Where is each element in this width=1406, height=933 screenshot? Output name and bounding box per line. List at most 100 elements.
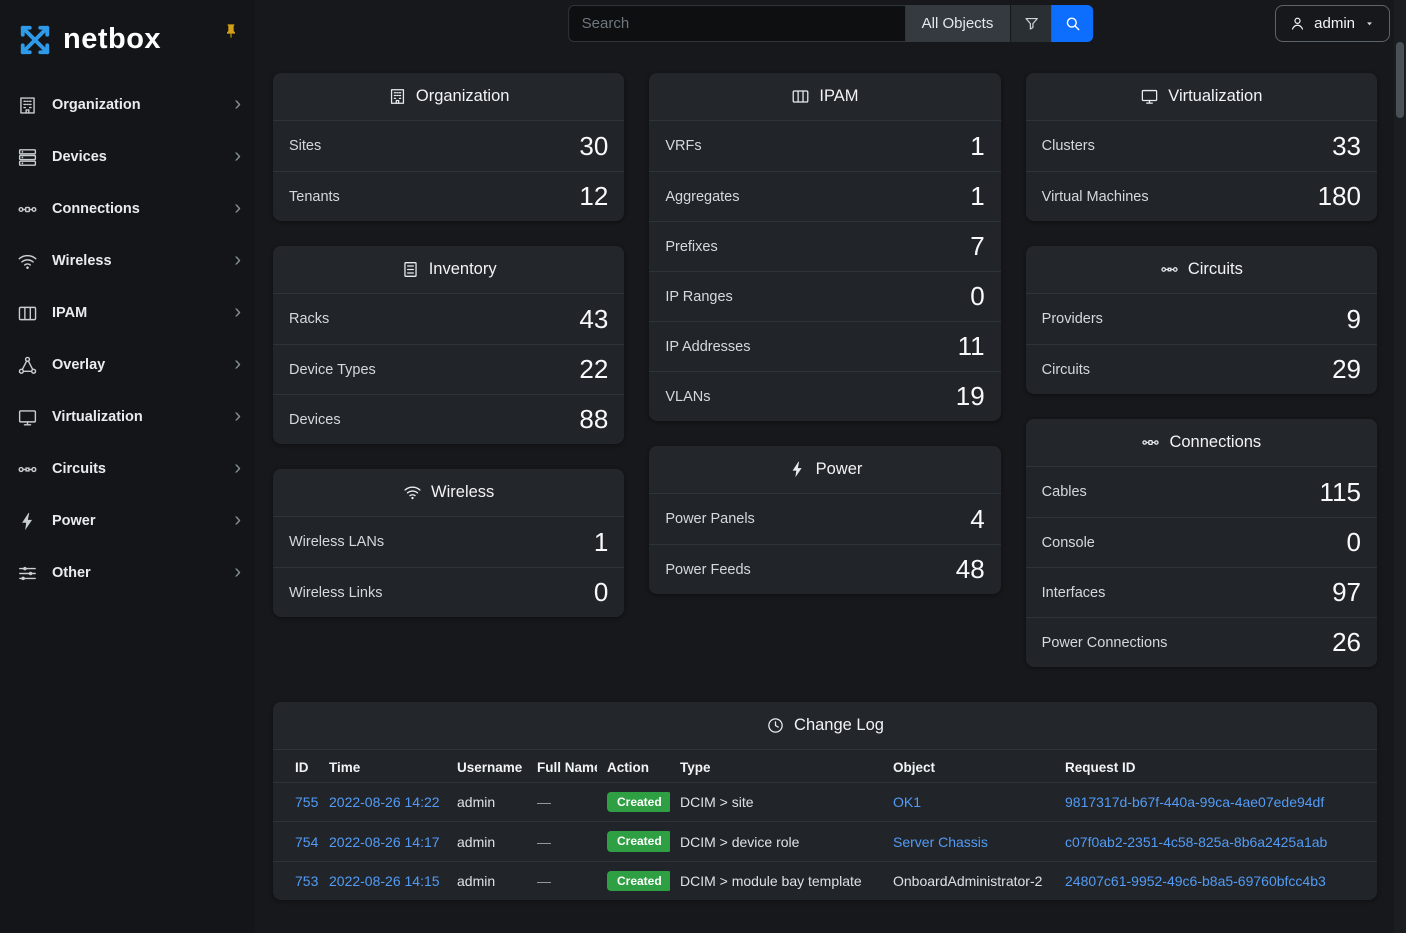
stat-console[interactable]: Console0 [1026,517,1377,567]
id-link[interactable]: 754 [295,834,318,850]
stat-label: IP Ranges [665,289,732,305]
sidebar-pin-button[interactable] [223,19,239,61]
sidebar-item-label: Wireless [52,253,220,269]
transit-icon [17,459,38,480]
stat-circuits[interactable]: Circuits29 [1026,344,1377,394]
app: netbox Organization›Devices›Connections›… [0,0,1406,933]
sidebar-item-label: Virtualization [52,409,220,425]
card-circuits: CircuitsProviders9Circuits29 [1026,246,1377,394]
stat-vrfs[interactable]: VRFs1 [649,121,1000,171]
cell-full-name: — [527,861,597,900]
id-link[interactable]: 753 [295,873,318,889]
scrollbar-thumb[interactable] [1396,42,1404,118]
time-link[interactable]: 2022-08-26 14:22 [329,794,440,810]
stat-label: Cables [1042,484,1087,500]
building-icon [388,87,407,106]
stat-label: Providers [1042,311,1103,327]
cell-action: Created [597,783,670,822]
card-title: Organization [416,87,510,106]
scrollbar [1394,0,1406,933]
time-link[interactable]: 2022-08-26 14:17 [329,834,440,850]
cell-action: Created [597,861,670,900]
sidebar-item-devices[interactable]: Devices › [0,131,255,183]
stat-ip-ranges[interactable]: IP Ranges0 [649,271,1000,321]
cell-time: 2022-08-26 14:17 [319,822,447,861]
sidebar-item-connections[interactable]: Connections› [0,183,255,235]
stat-ip-addresses[interactable]: IP Addresses11 [649,321,1000,371]
stat-prefixes[interactable]: Prefixes7 [649,221,1000,271]
column-header-time: Time [319,750,447,783]
search-button[interactable] [1051,5,1093,42]
stat-devices[interactable]: Devices88 [273,394,624,444]
stat-clusters[interactable]: Clusters33 [1026,121,1377,171]
stat-interfaces[interactable]: Interfaces97 [1026,567,1377,617]
object-link[interactable]: OK1 [893,794,921,810]
card-ipam: IPAMVRFs1Aggregates1Prefixes7IP Ranges0I… [649,73,1000,421]
brand-name: netbox [63,23,161,56]
cable-icon [1141,433,1160,452]
stat-sites[interactable]: Sites30 [273,121,624,171]
stat-wireless-lans[interactable]: Wireless LANs1 [273,517,624,567]
flash-icon [788,460,807,479]
filter-button[interactable] [1010,5,1051,42]
card-header-power: Power [649,446,1000,494]
object-type-dropdown[interactable]: All Objects [905,5,1011,42]
sidebar-item-organization[interactable]: Organization› [0,79,255,131]
chevron-right-icon: › [234,250,241,273]
user-menu[interactable]: admin [1275,5,1390,42]
cell-type: DCIM > module bay template [670,861,883,900]
stat-label: Power Panels [665,511,754,527]
main-area: All Objects admin Organization Sites30Ten… [255,0,1406,933]
request-id-link[interactable]: c07f0ab2-2351-4c58-825a-8b6a2425a1ab [1065,834,1327,850]
netbox-logo-icon [14,19,56,61]
stat-cables[interactable]: Cables115 [1026,467,1377,517]
object-type-label: All Objects [922,15,994,32]
request-id-link[interactable]: 9817317d-b67f-440a-99ca-4ae07ede94df [1065,794,1324,810]
sidebar-item-power[interactable]: Power› [0,495,255,547]
sidebar-item-label: Devices [52,149,220,165]
sidebar-item-circuits[interactable]: Circuits› [0,443,255,495]
filter-icon [1023,15,1040,32]
column-header-full-name: Full Name [527,750,597,783]
stat-vlans[interactable]: VLANs19 [649,371,1000,421]
sidebar-item-other[interactable]: Other› [0,547,255,599]
search-input[interactable] [568,5,905,42]
card-header-connections: Connections [1026,419,1377,467]
stat-tenants[interactable]: Tenants12 [273,171,624,221]
sidebar-item-label: Circuits [52,461,220,477]
id-link[interactable]: 755 [295,794,318,810]
sidebar-item-wireless[interactable]: Wireless › [0,235,255,287]
stat-power-connections[interactable]: Power Connections26 [1026,617,1377,667]
stat-aggregates[interactable]: Aggregates1 [649,171,1000,221]
chevron-right-icon: › [234,562,241,585]
stat-racks[interactable]: Racks43 [273,294,624,344]
chevron-right-icon: › [234,146,241,169]
stat-power-feeds[interactable]: Power Feeds48 [649,544,1000,594]
cable-icon [17,199,38,220]
netbox-logo[interactable]: netbox [14,19,161,61]
request-id-link[interactable]: 24807c61-9952-49c6-b8a5-69760bfcc4b3 [1065,873,1326,889]
time-link[interactable]: 2022-08-26 14:15 [329,873,440,889]
object-link[interactable]: Server Chassis [893,834,988,850]
stat-wireless-links[interactable]: Wireless Links0 [273,567,624,617]
stat-value: 0 [1347,527,1361,558]
sidebar-item-overlay[interactable]: Overlay› [0,339,255,391]
sidebar-item-ipam[interactable]: IPAM› [0,287,255,339]
stat-providers[interactable]: Providers9 [1026,294,1377,344]
monitor-icon [17,407,38,428]
card-title: Power [816,460,863,479]
stat-device-types[interactable]: Device Types22 [273,344,624,394]
cell-object: OK1 [883,783,1055,822]
card-inventory: InventoryRacks43Device Types22Devices88 [273,246,624,444]
column-header-id: ID [273,750,319,783]
stat-virtual-machines[interactable]: Virtual Machines180 [1026,171,1377,221]
sidebar-item-virtualization[interactable]: Virtualization› [0,391,255,443]
stat-power-panels[interactable]: Power Panels4 [649,494,1000,544]
dashboard-column: IPAMVRFs1Aggregates1Prefixes7IP Ranges0I… [649,73,1000,594]
sidebar-item-label: Overlay [52,357,220,373]
stat-value: 97 [1332,577,1361,608]
stat-label: VRFs [665,138,701,154]
stat-value: 33 [1332,131,1361,162]
card-change-log: Change Log IDTimeUsernameFull NameAction… [273,702,1377,900]
stat-label: Devices [289,412,341,428]
